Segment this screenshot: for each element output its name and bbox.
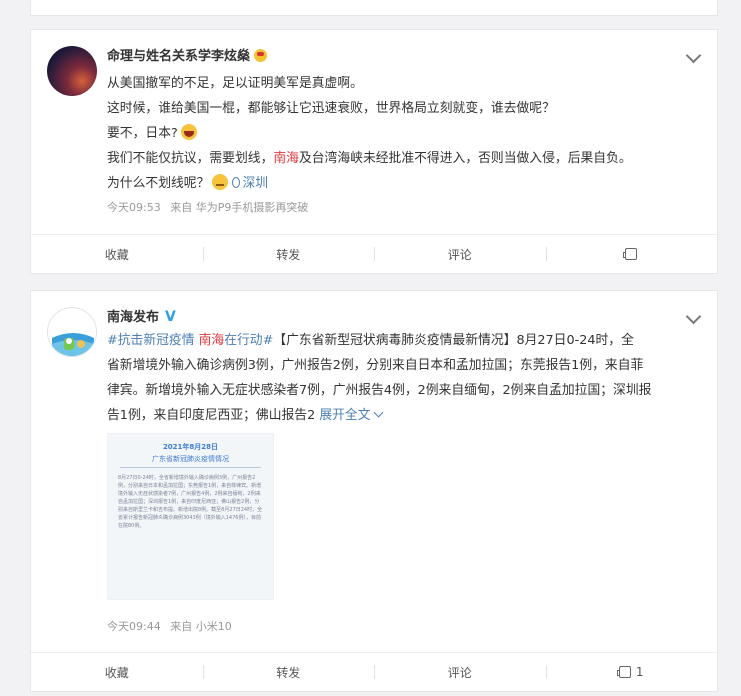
expand-label[interactable]: 展开全文 — [319, 408, 370, 423]
location-text[interactable]: 深圳 — [242, 176, 268, 191]
collect-label: 收藏 — [104, 665, 129, 680]
post-time[interactable]: 今天09:53 — [107, 201, 161, 214]
collect-button[interactable]: 收藏 — [31, 235, 203, 273]
action-bar: 收藏 转发 评论 1 — [31, 652, 717, 691]
image-divider — [120, 467, 261, 468]
content-line: 律宾。新增境外输入无症状感染者7例，广州报告4例，2例来自缅甸，2例来自孟加拉国… — [107, 383, 652, 398]
repost-label: 转发 — [276, 665, 301, 680]
highlight-keyword: 南海 — [273, 151, 299, 166]
username-text[interactable]: 南海发布 — [107, 310, 159, 325]
member-badge-icon — [254, 49, 268, 62]
content-line: 为什么不划线呢？ 深圳 — [107, 171, 687, 196]
post-content: 从美国撤军的不足，足以证明美军是真虚啊。 这时候，谁给美国一棍，都能够让它迅速衰… — [107, 71, 687, 196]
chevron-down-icon[interactable] — [685, 47, 702, 64]
avatar[interactable] — [47, 307, 97, 357]
content-line: 我们不能仅抗议，需要划线，南海及台湾海峡未经批准不得进入，否则当做入侵，后果自负… — [107, 146, 687, 171]
content-line: 要不，日本? — [107, 121, 687, 146]
like-count: 1 — [635, 665, 644, 679]
image-subtitle: 广东省新冠肺炎疫情情况 — [152, 455, 229, 463]
username[interactable]: 命理与姓名关系学李炫燊 — [107, 45, 268, 64]
post-meta: 今天09:53 来自 华为P9手机摄影再突破 — [107, 199, 308, 215]
weibo-post: 命理与姓名关系学李炫燊 从美国撤军的不足，足以证明美军是真虚啊。 这时候，谁给美… — [30, 29, 718, 274]
image-body-text: 8月27日0-24时，全省新增境外输入确诊病例3例，广州报告2例，分别来自日本和… — [118, 475, 263, 529]
highlight-keyword[interactable]: 南海 — [199, 333, 225, 348]
post-time[interactable]: 今天09:44 — [107, 620, 161, 633]
post-image[interactable]: 2021年8月28日 广东省新冠肺炎疫情情况 8月27日0-24时，全省新增境外… — [107, 433, 274, 600]
post-meta: 今天09:44 来自 小米10 — [107, 618, 232, 634]
thinking-emoji-icon — [212, 174, 229, 190]
weibo-post: 南海发布 V #抗击新冠疫情 南海在行动#【广东省新型冠状病毒肺炎疫情最新情况】8… — [30, 290, 718, 692]
image-title: 2021年8月28日 — [162, 443, 219, 451]
hashtag-link[interactable]: #抗击新冠疫情 — [107, 333, 195, 348]
comment-label: 评论 — [447, 247, 472, 262]
nanhai-logo — [49, 309, 96, 356]
location-link[interactable]: 深圳 — [232, 176, 268, 191]
collect-label: 收藏 — [104, 247, 129, 262]
username[interactable]: 南海发布 V — [107, 306, 176, 325]
chevron-down-icon — [373, 407, 383, 418]
like-button[interactable]: 1 — [545, 653, 718, 691]
thumbs-up-icon — [616, 666, 631, 678]
content-text: 为什么不划线呢？ — [107, 176, 210, 191]
collect-button[interactable]: 收藏 — [31, 653, 203, 691]
repost-button[interactable]: 转发 — [202, 653, 375, 691]
expand-link[interactable]: 展开全文 — [319, 407, 383, 423]
thumbs-up-icon — [623, 248, 638, 260]
comment-button[interactable]: 评论 — [374, 653, 546, 691]
content-text: 我们不能仅抗议，需要划线， — [107, 151, 274, 166]
post-source: 来自 小米10 — [170, 620, 232, 633]
action-bar: 收藏 转发 评论 — [31, 234, 717, 273]
like-button[interactable] — [545, 235, 718, 273]
location-pin-icon — [232, 177, 241, 188]
content-line: 省新增境外输入确诊病例3例，广州报告2例，分别来自日本和孟加拉国；东莞报告1例，… — [107, 358, 644, 373]
content-line: 告1例，来自印度尼西亚；佛山报告2 展开全文 — [107, 403, 687, 428]
repost-label: 转发 — [276, 247, 301, 262]
post-content: #抗击新冠疫情 南海在行动#【广东省新型冠状病毒肺炎疫情最新情况】8月27日0-… — [107, 328, 687, 428]
content-text: 【广东省新型冠状病毒肺炎疫情最新情况】8月27日0-24时，全 — [273, 333, 634, 348]
chevron-down-icon[interactable] — [685, 308, 702, 325]
post-source: 来自 华为P9手机摄影再突破 — [170, 201, 309, 214]
content-text: 要不，日本? — [107, 126, 178, 141]
repost-button[interactable]: 转发 — [202, 235, 375, 273]
content-line: #抗击新冠疫情 南海在行动#【广东省新型冠状病毒肺炎疫情最新情况】8月27日0-… — [107, 328, 687, 353]
username-text[interactable]: 命理与姓名关系学李炫燊 — [107, 49, 250, 64]
content-text: 告1例，来自印度尼西亚；佛山报告2 — [107, 408, 316, 423]
verified-icon: V — [165, 309, 176, 325]
comment-button[interactable]: 评论 — [374, 235, 546, 273]
previous-post-action-bar — [30, 0, 718, 16]
comment-label: 评论 — [447, 665, 472, 680]
content-text: 及台湾海峡未经批准不得进入，否则当做入侵，后果自负。 — [298, 151, 632, 166]
content-line: 从美国撤军的不足，足以证明美军是真虚啊。 — [107, 76, 363, 91]
avatar[interactable] — [47, 46, 97, 96]
hashtag-link[interactable]: 在行动# — [224, 333, 273, 348]
laugh-emoji-icon — [180, 124, 197, 140]
content-line: 这时候，谁给美国一棍，都能够让它迅速衰败，世界格局立刻就变，谁去做呢？ — [107, 101, 555, 116]
